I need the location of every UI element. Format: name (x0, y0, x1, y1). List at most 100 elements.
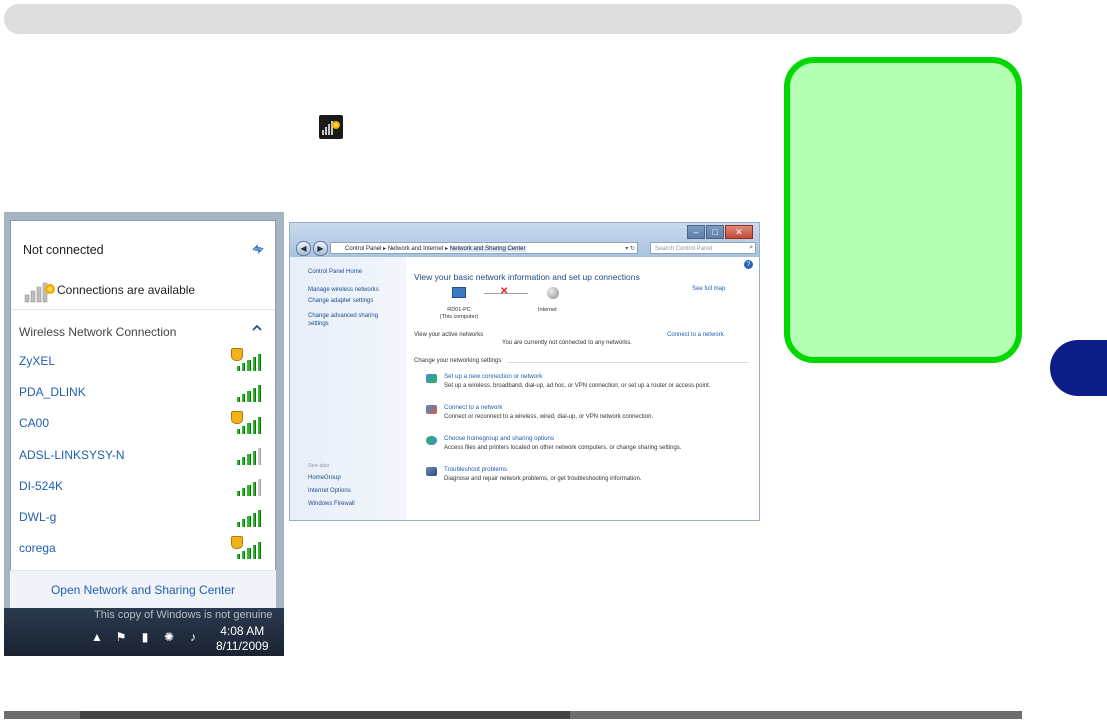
network-name: PDA_DLINK (19, 384, 86, 399)
security-shield-icon (231, 410, 243, 424)
see-also-heading: See also (308, 463, 330, 469)
volume-icon[interactable]: ♪ (186, 630, 200, 644)
new-connection-icon (426, 374, 437, 383)
network-available-icon (23, 277, 57, 303)
signal-strength-icon (231, 535, 262, 559)
back-icon[interactable]: ◀ (296, 241, 311, 256)
wireless-networks-popup: Not connected Connections are available (4, 212, 284, 656)
windows-firewall-link[interactable]: Windows Firewall (308, 501, 400, 509)
chapter-tab-marker (1050, 340, 1107, 396)
homegroup-link[interactable]: HomeGroup (308, 475, 400, 483)
power-icon[interactable]: ▮ (138, 630, 152, 644)
popup-header: Not connected Connections are available (11, 221, 275, 310)
search-input[interactable]: Search Control Panel ⌕ (650, 242, 756, 254)
homegroup-icon (426, 436, 437, 445)
network-item[interactable]: corega (11, 533, 275, 564)
forward-icon[interactable]: ▶ (313, 241, 328, 256)
page-footer-bar-accent (80, 711, 570, 719)
network-name: ZyXEL (19, 353, 56, 368)
network-item[interactable]: ADSL-LINKSYSY-N (11, 439, 275, 470)
page-header-bar (4, 4, 1022, 34)
signal-strength-icon (231, 348, 262, 371)
signal-strength-icon (237, 382, 262, 403)
task-desc: Connect or reconnect to a wireless, wire… (444, 414, 654, 420)
tray-clock[interactable]: 4:08 AM 8/11/2009 (216, 624, 269, 654)
clock-time: 4:08 AM (220, 624, 265, 638)
open-network-sharing-center-link[interactable]: Open Network and Sharing Center (51, 583, 235, 597)
task-title[interactable]: Choose homegroup and sharing options (444, 435, 554, 442)
network-name: CA00 (19, 416, 50, 431)
section-divider (508, 362, 748, 363)
computer-sub: (This computer) (439, 314, 479, 320)
troubleshoot-icon (426, 467, 437, 476)
internet-options-link[interactable]: Internet Options (308, 488, 400, 496)
network-item[interactable]: CA00 (11, 408, 275, 439)
computer-label: RD01-PC (This computer) (438, 307, 480, 321)
signal-strength-icon (237, 445, 262, 465)
maximize-icon[interactable]: □ (706, 225, 724, 239)
network-sharing-center-window: – □ ✕ ◀ ▶ Control Panel ▸ Network and In… (289, 222, 760, 521)
task-title[interactable]: Troubleshoot problems (444, 466, 507, 473)
page-title: View your basic network information and … (414, 272, 640, 282)
breadcrumb-network-internet[interactable]: Network and Internet (388, 246, 444, 252)
connection-status: Not connected (23, 243, 104, 257)
task-title[interactable]: Set up a new connection or network (444, 373, 542, 380)
search-placeholder: Search Control Panel (655, 246, 713, 252)
globe-icon (547, 287, 559, 299)
connect-network-icon (426, 405, 437, 414)
breadcrumb-control-panel[interactable]: Control Panel (345, 246, 381, 252)
popup-footer: Open Network and Sharing Center (10, 570, 276, 608)
task-desc: Access files and printers located on oth… (444, 445, 682, 451)
signal-strength-icon (237, 476, 262, 497)
show-hidden-icons-icon[interactable]: ▲ (90, 630, 104, 644)
security-shield-icon (231, 348, 243, 361)
connect-to-network-link[interactable]: Connect to a network (667, 332, 724, 338)
active-networks-label: View your active networks (414, 332, 484, 338)
task-desc: Diagnose and repair network problems, or… (444, 476, 642, 482)
chevron-up-icon[interactable] (252, 324, 262, 335)
advanced-sharing-link[interactable]: Change advanced sharing settings (308, 313, 400, 328)
network-name: ADSL-LINKSYSY-N (19, 447, 125, 462)
network-available-icon (319, 115, 343, 139)
window-controls: – □ ✕ (687, 225, 753, 239)
connections-available-label: Connections are available (57, 283, 196, 297)
change-settings-label: Change your networking settings (414, 358, 502, 364)
task-title[interactable]: Connect to a network (444, 404, 502, 411)
signal-strength-icon (237, 507, 262, 528)
close-icon[interactable]: ✕ (725, 225, 753, 239)
network-item[interactable]: DWL-g (11, 501, 275, 532)
signal-strength-icon (231, 410, 262, 434)
refresh-icon[interactable] (251, 243, 265, 258)
minimize-icon[interactable]: – (687, 225, 705, 239)
left-nav-pane: Control Panel Home Manage wireless netwo… (290, 257, 406, 520)
search-icon[interactable]: ⌕ (749, 242, 753, 254)
breadcrumb-network-sharing-center[interactable]: Network and Sharing Center (449, 246, 526, 252)
sidebar-callout (784, 57, 1022, 363)
system-tray: ▲ ⚑ ▮ ✺ ♪ (90, 630, 200, 644)
disconnected-x-icon: ✕ (500, 286, 509, 297)
window-titlebar: – □ ✕ ◀ ▶ Control Panel ▸ Network and In… (290, 223, 759, 257)
taskbar: This copy of Windows is not genuine ▲ ⚑ … (4, 608, 284, 656)
genuine-watermark: This copy of Windows is not genuine (94, 609, 273, 621)
network-name: DI-524K (19, 478, 64, 493)
help-icon[interactable]: ? (744, 260, 753, 269)
network-item[interactable]: PDA_DLINK (11, 376, 275, 407)
wireless-section-title: Wireless Network Connection (19, 325, 177, 339)
computer-name: RD01-PC (447, 307, 471, 313)
network-item[interactable]: ZyXEL (11, 345, 275, 376)
manage-wireless-link[interactable]: Manage wireless networks (308, 287, 400, 295)
popup-panel: Not connected Connections are available (10, 220, 276, 608)
network-list: ZyXEL PDA_DLINK CA00 ADSL-LINKSYSY-N DI-524K… (11, 345, 275, 564)
address-dropdown-icon[interactable]: ▾ ↻ (625, 243, 635, 253)
security-shield-icon (231, 535, 243, 549)
network-tray-icon[interactable]: ✺ (162, 630, 176, 644)
task-desc: Set up a wireless, broadband, dial-up, a… (444, 383, 711, 389)
control-panel-home-link[interactable]: Control Panel Home (308, 269, 400, 277)
network-item[interactable]: DI-524K (11, 470, 275, 501)
internet-label: Internet (538, 307, 557, 313)
action-center-icon[interactable]: ⚑ (114, 630, 128, 644)
address-bar[interactable]: Control Panel ▸ Network and Internet ▸ N… (330, 242, 638, 254)
nav-buttons: ◀ ▶ (296, 241, 328, 256)
change-adapter-link[interactable]: Change adapter settings (308, 298, 400, 306)
see-full-map-link[interactable]: See full map (692, 286, 725, 292)
